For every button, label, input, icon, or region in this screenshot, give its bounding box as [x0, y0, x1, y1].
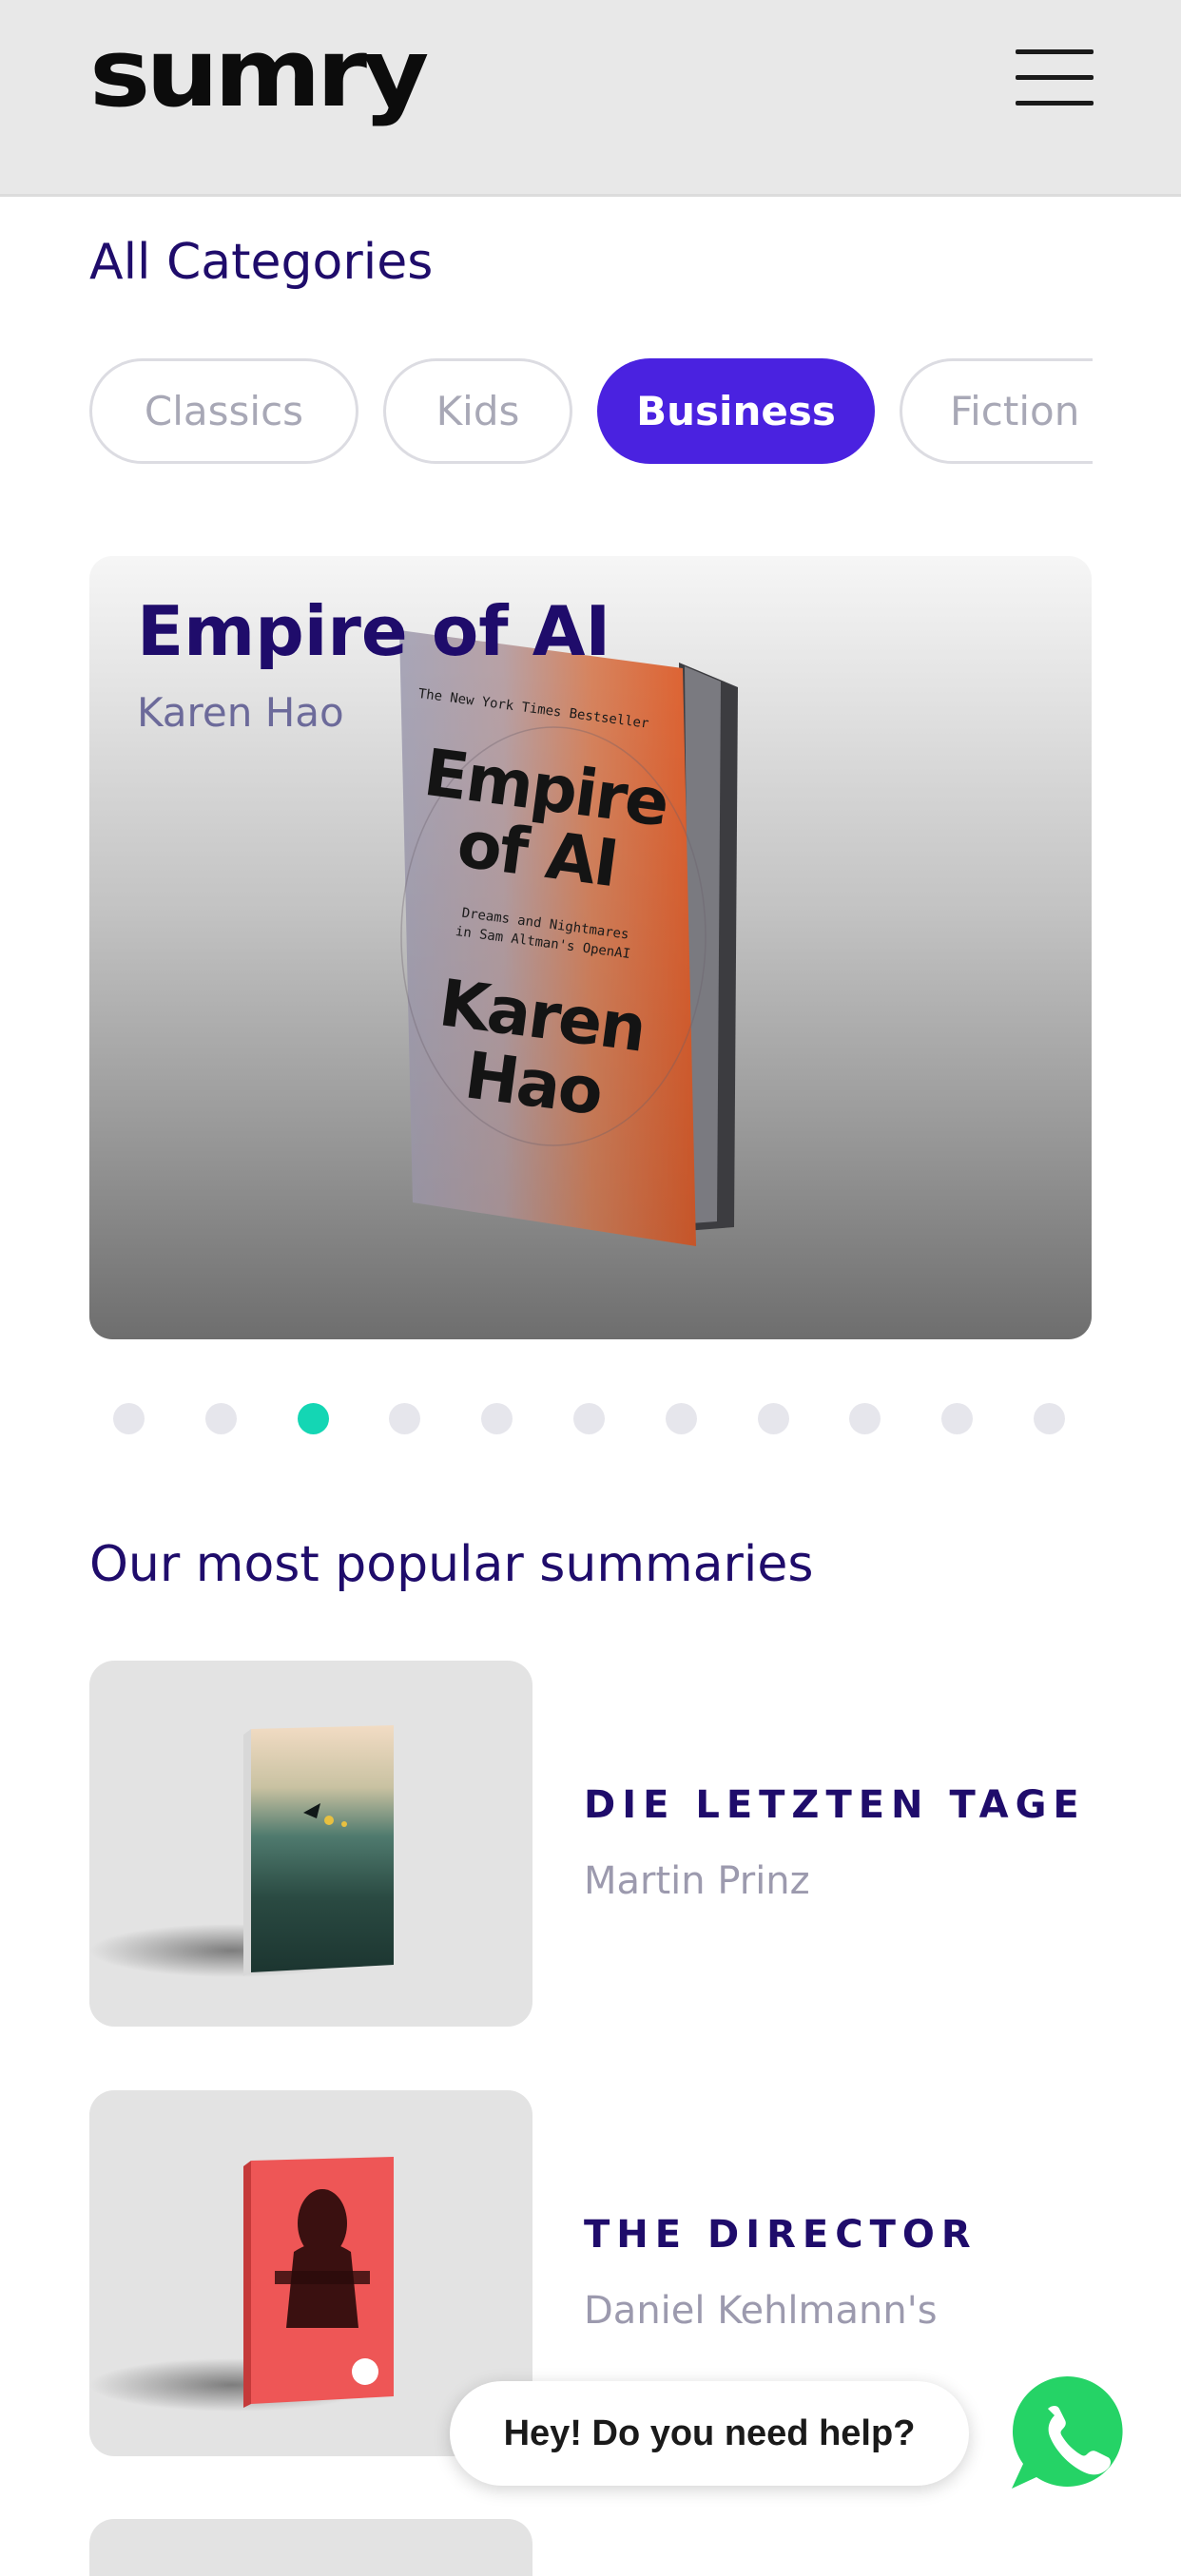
- popular-heading: Our most popular summaries: [89, 1536, 814, 1593]
- hamburger-menu-icon[interactable]: [1016, 46, 1094, 112]
- sumry-logo[interactable]: sumry: [89, 27, 429, 121]
- whatsapp-icon[interactable]: [1004, 2371, 1130, 2496]
- menu-line: [1016, 75, 1094, 80]
- featured-book-title: Empire of AI: [137, 591, 611, 671]
- carousel-dot[interactable]: [758, 1403, 789, 1434]
- carousel-dots: [0, 1403, 1181, 1441]
- menu-line: [1016, 101, 1094, 106]
- chip-classics[interactable]: Classics: [89, 358, 358, 464]
- menu-line: [1016, 49, 1094, 54]
- carousel-dot[interactable]: [1034, 1403, 1065, 1434]
- book-author: Daniel Kehlmann's: [584, 2289, 938, 2333]
- carousel-dot[interactable]: [849, 1403, 881, 1434]
- book-thumbnail-die-letzten-tage[interactable]: [89, 1661, 532, 2027]
- category-chips: Classics Kids Business Fiction: [89, 358, 1093, 466]
- carousel-dot[interactable]: [389, 1403, 420, 1434]
- chip-fiction[interactable]: Fiction: [900, 358, 1093, 464]
- featured-book-card[interactable]: Empire of AI Karen Hao The New York Time…: [89, 556, 1092, 1339]
- book-cover-image: [89, 1725, 394, 1977]
- carousel-dot[interactable]: [298, 1403, 329, 1434]
- featured-book-cover: The New York Times Bestseller Empire of …: [399, 630, 738, 1246]
- carousel-dot[interactable]: [666, 1403, 697, 1434]
- categories-heading: All Categories: [89, 234, 434, 291]
- featured-book-author: Karen Hao: [137, 689, 344, 736]
- help-chat-bubble[interactable]: Hey! Do you need help?: [450, 2381, 969, 2486]
- book-title[interactable]: THE DIRECTOR: [584, 2213, 978, 2257]
- carousel-dot[interactable]: [113, 1403, 145, 1434]
- book-thumbnail-partial[interactable]: [89, 2519, 532, 2576]
- book-author: Martin Prinz: [584, 1859, 810, 1903]
- whatsapp-logo: [1012, 2375, 1123, 2489]
- book-title[interactable]: DIE LETZTEN TAGE: [584, 1783, 1086, 1827]
- carousel-dot[interactable]: [941, 1403, 973, 1434]
- chip-business[interactable]: Business: [597, 358, 875, 464]
- carousel-dot[interactable]: [205, 1403, 237, 1434]
- chip-kids[interactable]: Kids: [383, 358, 572, 464]
- carousel-dot[interactable]: [573, 1403, 605, 1434]
- app-header: sumry: [0, 0, 1181, 197]
- carousel-dot[interactable]: [481, 1403, 513, 1434]
